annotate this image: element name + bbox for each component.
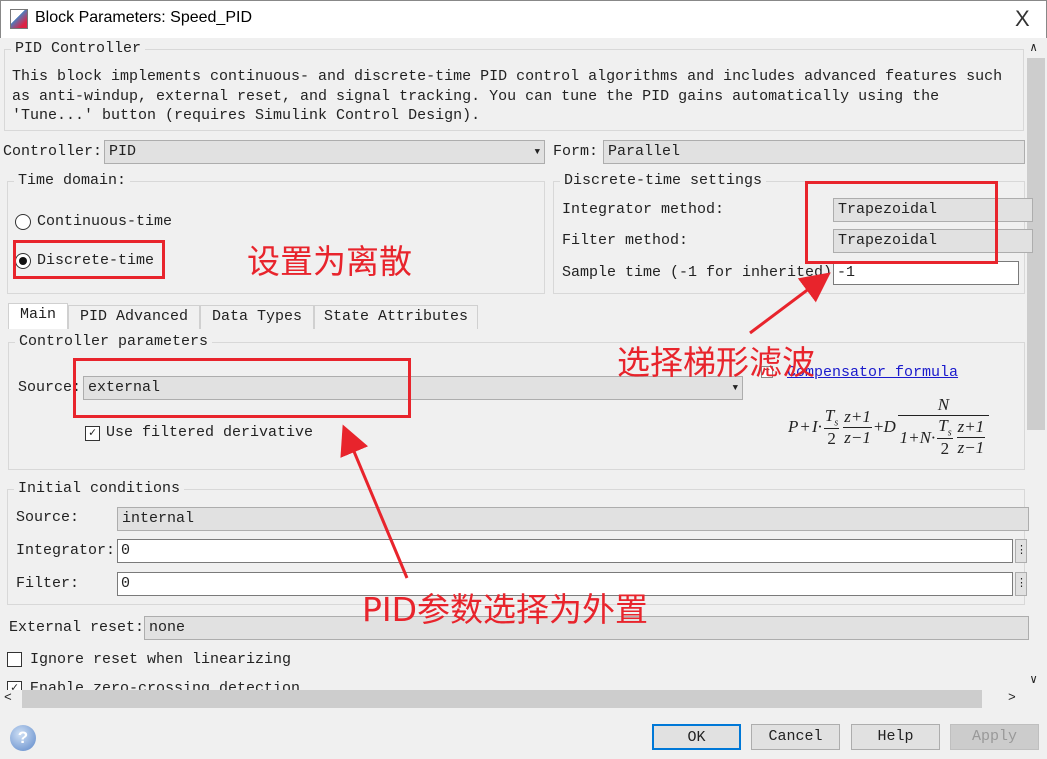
arrow-to-source: [340, 424, 409, 579]
annotation-arrows: [340, 272, 831, 579]
arrow-to-sample-time: [749, 272, 831, 335]
